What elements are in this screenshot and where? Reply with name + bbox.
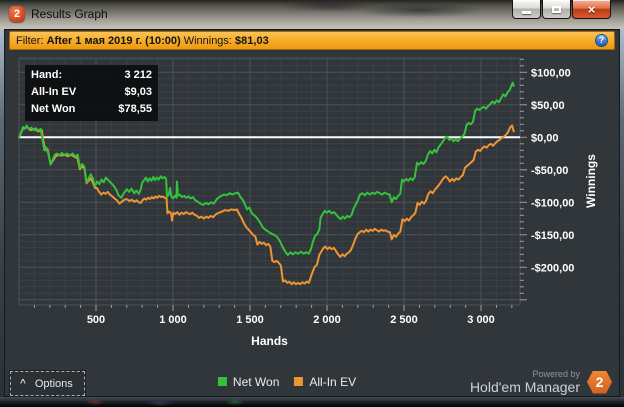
hover-info-box: Hand: 3 212 All-In EV $9,03 Net Won $78,… — [25, 65, 158, 121]
svg-text:$50,00: $50,00 — [531, 100, 565, 112]
minimize-button[interactable] — [512, 0, 541, 19]
svg-text:Hands: Hands — [251, 334, 288, 348]
help-icon[interactable]: ? — [595, 34, 608, 47]
hm2-logo-icon: 2 — [587, 370, 612, 394]
results-graph-window: 2 Results Graph × Filter: After 1 мая 20… — [0, 0, 624, 407]
info-label: Hand: — [31, 69, 63, 81]
results-chart-area: $100,00 $50,00 $0,00 -$50,00 -$100,00 -$150,0… — [9, 50, 615, 366]
legend-label: All-In EV — [309, 374, 357, 389]
legend-item-net-won: Net Won — [217, 374, 280, 389]
close-icon: × — [587, 1, 596, 17]
svg-text:$0,00: $0,00 — [531, 132, 559, 144]
chevron-up-icon: ^ — [20, 377, 26, 389]
winnings-value: $81,03 — [235, 34, 269, 47]
info-label: Net Won — [31, 103, 76, 115]
svg-text:-$50,00: -$50,00 — [531, 165, 568, 177]
options-label: Options — [34, 377, 73, 390]
info-value: $9,03 — [124, 86, 152, 98]
bottom-bar: ^ Options Net Won All-In EV Powered by H… — [4, 366, 620, 397]
powered-by-label: Powered by — [532, 369, 580, 379]
options-button[interactable]: ^ Options — [10, 371, 85, 396]
svg-text:1 000: 1 000 — [159, 314, 187, 326]
svg-text:-$150,00: -$150,00 — [531, 230, 574, 242]
svg-text:2 000: 2 000 — [313, 314, 341, 326]
maximize-icon — [552, 5, 561, 13]
allin-ev-swatch-icon — [294, 377, 304, 386]
info-row-allin-ev: All-In EV $9,03 — [31, 84, 152, 101]
filter-bar[interactable]: Filter: After 1 мая 2019 г. (10:00) Winn… — [9, 31, 615, 50]
svg-text:3 000: 3 000 — [467, 314, 495, 326]
filter-label: Filter: — [16, 34, 44, 47]
info-row-hand: Hand: 3 212 — [31, 67, 152, 84]
legend-item-allin-ev: All-In EV — [294, 375, 356, 389]
maximize-button[interactable] — [542, 0, 571, 19]
svg-text:500: 500 — [87, 314, 105, 326]
info-value: $78,55 — [118, 103, 152, 115]
window-frame-right — [620, 29, 624, 397]
window-title: Results Graph — [31, 7, 108, 21]
info-label: All-In EV — [31, 86, 77, 98]
winnings-label: Winnings: — [183, 34, 232, 47]
brand-text: Powered by Hold'em Manager — [470, 369, 580, 395]
info-row-net-won: Net Won $78,55 — [31, 101, 152, 118]
svg-text:-$100,00: -$100,00 — [531, 197, 574, 209]
svg-text:1 500: 1 500 — [236, 314, 264, 326]
svg-text:$100,00: $100,00 — [531, 67, 571, 79]
svg-text:Winnings: Winnings — [584, 154, 598, 208]
window-frame-bottom — [0, 397, 624, 407]
info-value: 3 212 — [124, 69, 152, 81]
hm2-app-icon: 2 — [9, 6, 25, 22]
minimize-icon — [522, 11, 531, 14]
chart-legend: Net Won All-In EV — [217, 366, 356, 397]
filter-value: After 1 мая 2019 г. (10:00) — [46, 34, 181, 47]
close-button[interactable]: × — [572, 0, 611, 19]
legend-label: Net Won — [232, 374, 280, 389]
branding: Powered by Hold'em Manager 2 — [470, 369, 612, 395]
svg-text:-$200,00: -$200,00 — [531, 262, 574, 274]
net-won-swatch-icon — [217, 377, 227, 386]
window-controls: × — [512, 0, 611, 19]
brand-name: Hold'em Manager — [469, 379, 580, 395]
svg-text:2 500: 2 500 — [390, 314, 418, 326]
